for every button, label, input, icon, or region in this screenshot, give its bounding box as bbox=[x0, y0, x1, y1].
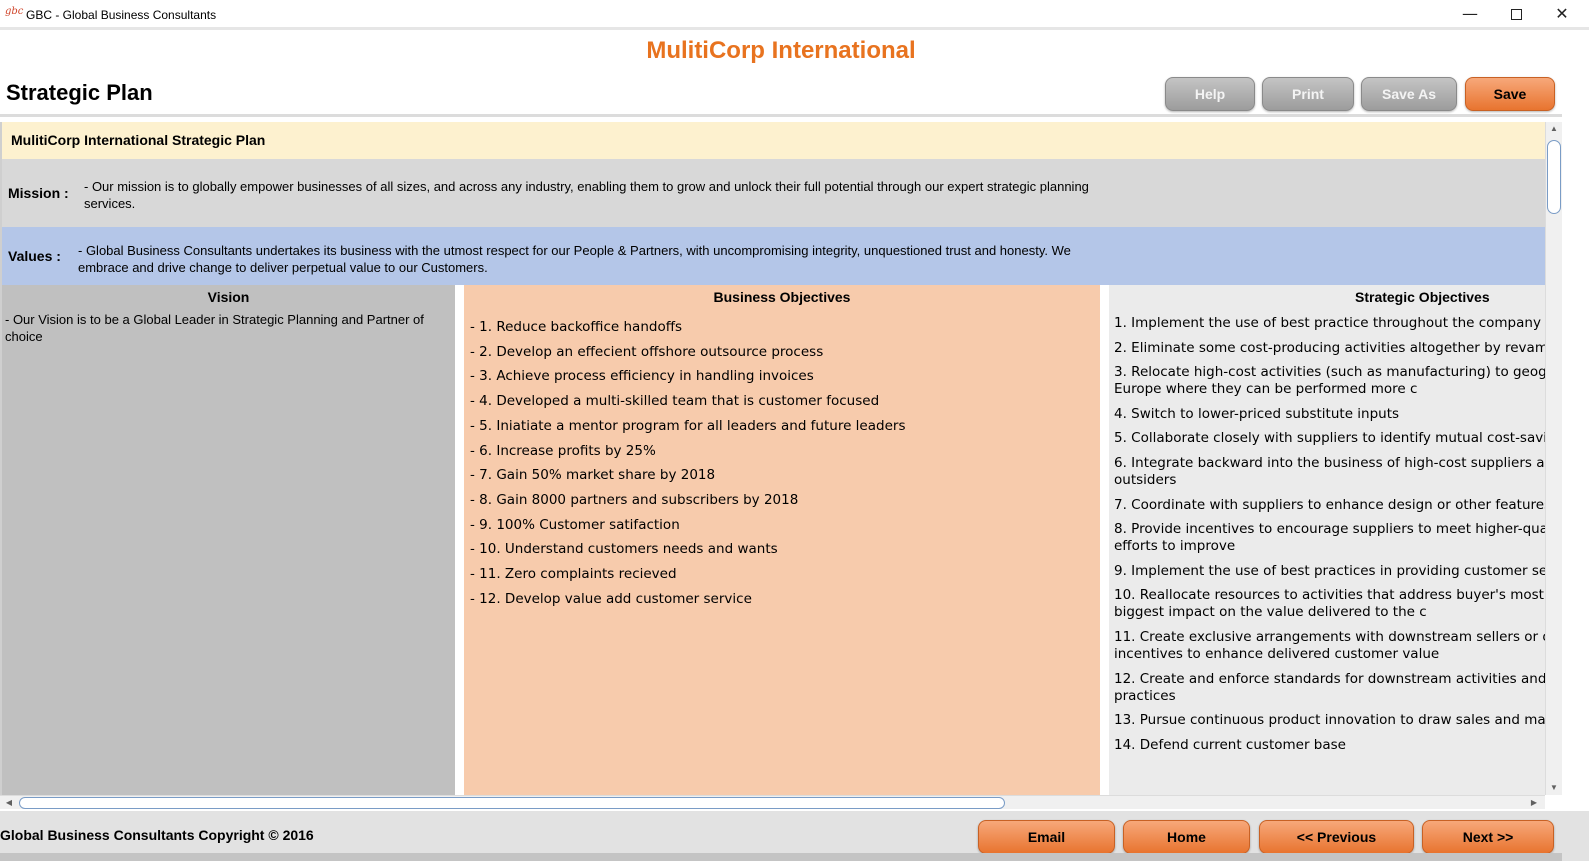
close-button[interactable]: ✕ bbox=[1539, 0, 1585, 30]
strategic-objective-item: 5. Collaborate closely with suppliers to… bbox=[1114, 430, 1545, 447]
business-objective-item: - 7. Gain 50% market share by 2018 bbox=[470, 467, 716, 484]
copyright-text: Global Business Consultants Copyright © … bbox=[0, 827, 314, 843]
business-objective-item: - 4. Developed a multi-skilled team that… bbox=[470, 393, 880, 410]
mission-text: - Our mission is to globally empower bus… bbox=[84, 179, 1089, 211]
business-objective-item: - 10. Understand customers needs and wan… bbox=[470, 541, 778, 558]
horizontal-scroll-thumb[interactable] bbox=[19, 797, 1005, 809]
vision-heading: Vision bbox=[207, 289, 250, 305]
strategic-objective-item: 14. Defend current customer base bbox=[1114, 736, 1346, 753]
strategic-objective-item: 9. Implement the use of best practices i… bbox=[1114, 562, 1545, 579]
previous-button[interactable]: << Previous bbox=[1259, 820, 1414, 854]
app-window: gbc GBC - Global Business Consultants — … bbox=[0, 0, 1589, 861]
business-objective-item: - 5. Iniatiate a mentor program for all … bbox=[470, 417, 906, 434]
strategic-objective-item: 7. Coordinate with suppliers to enhance … bbox=[1114, 496, 1545, 513]
business-objective-item: - 9. 100% Customer satifaction bbox=[470, 516, 680, 533]
minimize-button[interactable]: — bbox=[1447, 0, 1493, 30]
title-bar: gbc GBC - Global Business Consultants — … bbox=[0, 0, 1589, 30]
strategic-objectives-list: 1. Implement the use of best practice th… bbox=[1114, 315, 1545, 761]
save-button[interactable]: Save bbox=[1465, 77, 1555, 111]
vision-text: - Our Vision is to be a Global Leader in… bbox=[5, 312, 424, 344]
strategic-objectives-column: Strategic Objectives 1. Implement the us… bbox=[1109, 285, 1545, 795]
mission-label: Mission : bbox=[8, 185, 69, 201]
business-objective-item: - 2. Develop an effecient offshore outso… bbox=[470, 343, 824, 360]
horizontal-scrollbar[interactable]: ◀ ▶ bbox=[0, 795, 1545, 809]
scroll-left-arrow-icon[interactable]: ◀ bbox=[2, 796, 16, 810]
strategic-objective-item: 6. Integrate backward into the business … bbox=[1114, 454, 1545, 488]
vision-column: Vision - Our Vision is to be a Global Le… bbox=[2, 285, 455, 795]
business-objective-item: - 1. Reduce backoffice handoffs bbox=[470, 319, 683, 335]
values-row: Values : - Global Business Consultants u… bbox=[2, 227, 1545, 285]
strategic-objective-item: 10. Reallocate resources to activities t… bbox=[1114, 587, 1545, 621]
strategic-objective-item: 2. Eliminate some cost-producing activit… bbox=[1114, 339, 1545, 356]
strategic-objective-item: 13. Pursue continuous product innovation… bbox=[1114, 712, 1545, 729]
business-objectives-list: - 1. Reduce backoffice handoffs - 2. Dev… bbox=[470, 315, 905, 611]
next-button[interactable]: Next >> bbox=[1422, 820, 1554, 854]
business-objective-item: - 3. Achieve process efficiency in handl… bbox=[470, 368, 814, 385]
help-button[interactable]: Help bbox=[1165, 77, 1255, 111]
home-button[interactable]: Home bbox=[1123, 820, 1250, 854]
maximize-icon bbox=[1510, 9, 1522, 20]
values-label: Values : bbox=[8, 248, 61, 264]
company-name: MulitiCorp International bbox=[646, 37, 916, 64]
strategic-objectives-heading: Strategic Objectives bbox=[1355, 289, 1490, 305]
page-title: Strategic Plan bbox=[6, 80, 153, 105]
header-divider bbox=[0, 114, 1562, 117]
business-objective-item: - 11. Zero complaints recieved bbox=[470, 566, 677, 583]
gbc-logo-icon: gbc bbox=[5, 6, 24, 17]
values-text: - Global Business Consultants undertakes… bbox=[78, 243, 1071, 275]
strategic-objective-item: 12. Create and enforce standards for dow… bbox=[1114, 670, 1545, 704]
email-button[interactable]: Email bbox=[978, 820, 1115, 854]
scroll-up-arrow-icon[interactable]: ▲ bbox=[1546, 122, 1562, 136]
strategic-objective-item: 4. Switch to lower-priced substitute inp… bbox=[1114, 405, 1400, 422]
footer-divider bbox=[0, 853, 1562, 861]
business-objectives-heading: Business Objectives bbox=[713, 289, 851, 305]
business-objective-item: - 8. Gain 8000 partners and subscribers … bbox=[470, 491, 799, 508]
scroll-right-arrow-icon[interactable]: ▶ bbox=[1527, 796, 1541, 810]
print-button[interactable]: Print bbox=[1262, 77, 1354, 111]
business-objective-item: - 6. Increase profits by 25% bbox=[470, 442, 656, 459]
business-objective-item: - 12. Develop value add customer service bbox=[470, 590, 752, 607]
maximize-button[interactable] bbox=[1493, 0, 1539, 30]
business-objectives-column: Business Objectives - 1. Reduce backoffi… bbox=[464, 285, 1100, 795]
strategic-objective-item: 3. Relocate high-cost activities (such a… bbox=[1114, 364, 1545, 398]
mission-row: Mission : - Our mission is to globally e… bbox=[2, 159, 1545, 227]
plan-title: MulitiCorp International Strategic Plan bbox=[11, 132, 266, 148]
scroll-down-arrow-icon[interactable]: ▼ bbox=[1546, 781, 1562, 795]
vertical-scroll-thumb[interactable] bbox=[1547, 140, 1561, 214]
strategic-plan-panel: MulitiCorp International Strategic Plan … bbox=[0, 122, 1545, 795]
vertical-scrollbar[interactable]: ▲ ▼ bbox=[1545, 122, 1562, 795]
strategic-objective-item: 8. Provide incentives to encourage suppl… bbox=[1114, 521, 1545, 555]
strategic-objective-item: 11. Create exclusive arrangements with d… bbox=[1114, 628, 1545, 662]
plan-title-row: MulitiCorp International Strategic Plan bbox=[2, 122, 1545, 159]
strategic-objective-item: 1. Implement the use of best practice th… bbox=[1114, 315, 1545, 331]
window-title: GBC - Global Business Consultants bbox=[26, 8, 217, 22]
save-as-button[interactable]: Save As bbox=[1361, 77, 1457, 111]
